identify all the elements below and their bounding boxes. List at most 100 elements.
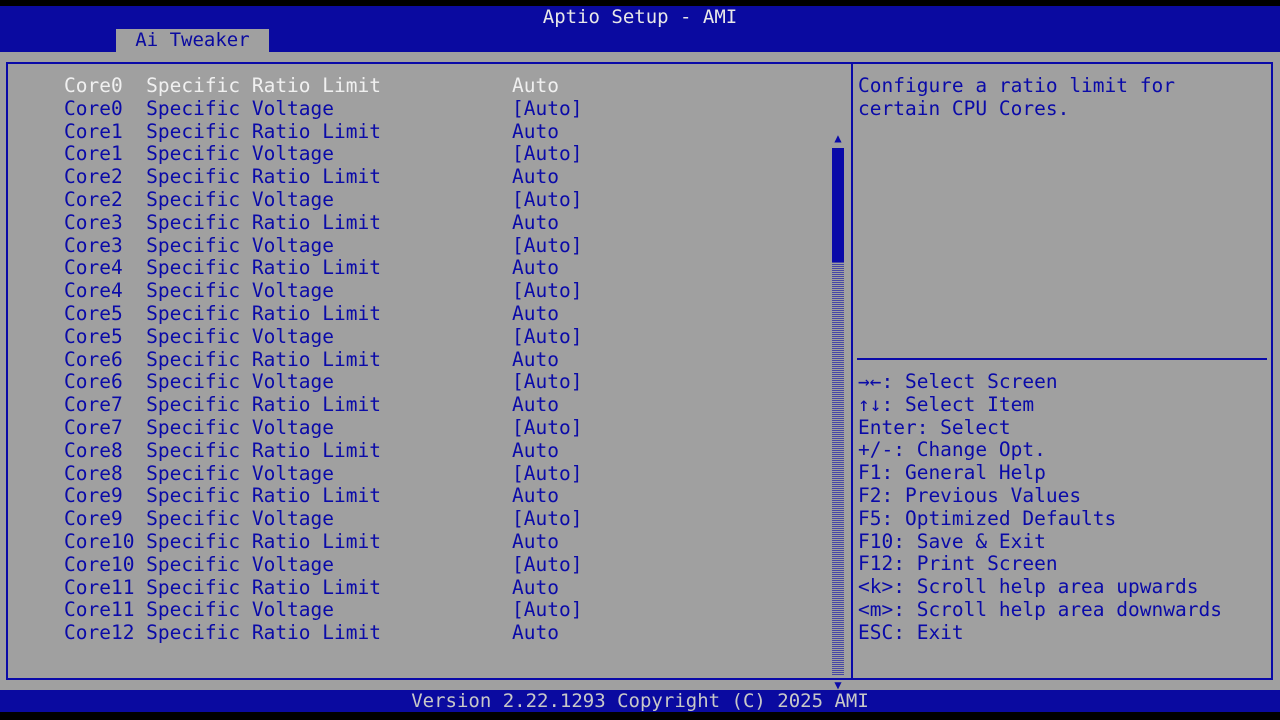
setting-value[interactable]: Auto (512, 211, 559, 235)
setting-label: Core7 Specific Ratio Limit (64, 393, 381, 417)
setting-value[interactable]: [Auto] (512, 279, 582, 303)
setting-value[interactable]: [Auto] (512, 416, 582, 440)
setting-label: Core5 Specific Ratio Limit (64, 301, 381, 325)
setting-label: Core4 Specific Voltage (64, 279, 335, 303)
help-line: Configure a ratio limit for (858, 74, 1175, 97)
setting-value[interactable]: [Auto] (512, 97, 582, 121)
setting-row[interactable]: Core2 Specific Ratio Limit Auto (64, 165, 764, 189)
setting-value[interactable]: Auto (512, 348, 559, 372)
setting-value[interactable]: [Auto] (512, 553, 582, 577)
setting-row[interactable]: Core12 Specific Ratio Limit Auto (64, 621, 764, 645)
setting-label: Core1 Specific Voltage (64, 142, 335, 166)
key-hint: F2: Previous Values (858, 483, 1082, 507)
help-divider (857, 358, 1267, 360)
setting-row[interactable]: Core11 Specific Ratio Limit Auto (64, 575, 764, 600)
setting-value[interactable]: [Auto] (512, 188, 582, 212)
setting-row[interactable]: Core2 Specific Voltage [Auto] (64, 187, 764, 212)
setting-label: Core2 Specific Voltage (64, 187, 335, 211)
scrollbar-thumb[interactable] (832, 148, 844, 262)
key-hint: F12: Print Screen (858, 552, 1058, 576)
setting-row[interactable]: Core3 Specific Ratio Limit Auto (64, 210, 764, 235)
setting-value[interactable]: Auto (512, 120, 559, 144)
setting-label: Core10 Specific Ratio Limit (64, 529, 381, 553)
help-text: Configure a ratio limit for certain CPU … (858, 74, 1175, 121)
main-panel: Core0 Specific Ratio Limit Auto Core0 Spec… (0, 52, 1280, 691)
tab-ai-tweaker[interactable]: Ai Tweaker (116, 29, 269, 52)
setting-label: Core0 Specific Voltage (64, 96, 335, 120)
scroll-up-icon[interactable]: ▲ (832, 132, 844, 144)
setting-label: Core6 Specific Ratio Limit (64, 347, 381, 371)
key-hint: <k>: Scroll help area upwards (858, 575, 1199, 599)
setting-row[interactable]: Core9 Specific Voltage [Auto] (64, 507, 764, 531)
setting-value[interactable]: [Auto] (512, 462, 582, 486)
setting-row[interactable]: Core5 Specific Voltage [Auto] (64, 324, 764, 349)
setting-row[interactable]: Core5 Specific Ratio Limit Auto (64, 301, 764, 326)
setting-row[interactable]: Core8 Specific Ratio Limit Auto (64, 438, 764, 463)
panel-divider (851, 64, 853, 678)
key-hint: ESC: Exit (858, 620, 964, 644)
setting-value[interactable]: Auto (512, 485, 559, 508)
setting-value[interactable]: [Auto] (512, 234, 582, 258)
app-title: Aptio Setup - AMI (542, 6, 738, 28)
key-hint: Enter: Select (858, 415, 1011, 439)
setting-value[interactable]: Auto (512, 439, 559, 463)
setting-value[interactable]: [Auto] (512, 371, 582, 394)
setting-row[interactable]: Core9 Specific Ratio Limit Auto (64, 485, 764, 508)
setting-label: Core9 Specific Ratio Limit (64, 484, 381, 508)
setting-label: Core3 Specific Ratio Limit (64, 210, 381, 234)
setting-value[interactable]: [Auto] (512, 325, 582, 349)
key-hint: +/-: Change Opt. (858, 438, 1046, 462)
footer-version: Version 2.22.1293 Copyright (C) 2025 AMI (0, 690, 1280, 712)
settings-list: Core0 Specific Ratio Limit Auto Core0 Spec… (64, 74, 764, 645)
setting-row[interactable]: Core0 Specific Voltage [Auto] (64, 96, 764, 121)
setting-value[interactable]: Auto (512, 576, 559, 600)
setting-value[interactable]: Auto (512, 621, 559, 645)
setting-row[interactable]: Core10 Specific Voltage [Auto] (64, 552, 764, 577)
key-hint: →←: Select Screen (858, 370, 1058, 393)
setting-value[interactable]: [Auto] (512, 599, 582, 622)
help-line: certain CPU Cores. (858, 96, 1070, 120)
setting-value[interactable]: [Auto] (512, 143, 582, 166)
setting-label: Core5 Specific Voltage (64, 324, 335, 348)
setting-row[interactable]: Core1 Specific Ratio Limit Auto (64, 119, 764, 144)
setting-label: Core10 Specific Voltage (64, 552, 335, 576)
setting-label: Core6 Specific Voltage (64, 370, 335, 394)
setting-label: Core8 Specific Voltage (64, 461, 335, 485)
setting-row[interactable]: Core10 Specific Ratio Limit Auto (64, 529, 764, 554)
setting-label: Core8 Specific Ratio Limit (64, 438, 381, 462)
key-hint: <m>: Scroll help area downwards (858, 597, 1222, 621)
setting-value[interactable]: Auto (512, 530, 559, 554)
setting-row[interactable]: Core1 Specific Voltage [Auto] (64, 143, 764, 166)
setting-label: Core4 Specific Ratio Limit (64, 256, 381, 280)
key-hint: ↑↓: Select Item (858, 392, 1035, 416)
setting-label: Core12 Specific Ratio Limit (64, 621, 381, 645)
setting-row[interactable]: Core7 Specific Voltage [Auto] (64, 415, 764, 440)
setting-label: Core9 Specific Voltage (64, 507, 335, 531)
setting-label: Core1 Specific Ratio Limit (64, 119, 381, 143)
setting-row[interactable]: Core0 Specific Ratio Limit Auto (64, 74, 764, 98)
setting-row[interactable]: Core7 Specific Ratio Limit Auto (64, 393, 764, 417)
key-hint: F5: Optimized Defaults (858, 506, 1117, 530)
setting-label: Core11 Specific Voltage (64, 598, 335, 622)
setting-row[interactable]: Core4 Specific Voltage [Auto] (64, 279, 764, 303)
key-hint: F10: Save & Exit (858, 529, 1046, 553)
setting-label: Core7 Specific Voltage (64, 415, 335, 439)
key-hint: F1: General Help (858, 461, 1046, 485)
setting-value[interactable]: Auto (512, 302, 559, 326)
setting-value[interactable]: Auto (512, 393, 559, 417)
setting-label: Core11 Specific Ratio Limit (64, 575, 381, 599)
setting-value[interactable]: [Auto] (512, 507, 582, 531)
setting-label: Core2 Specific Ratio Limit (64, 165, 381, 189)
setting-label: Core3 Specific Voltage (64, 233, 335, 257)
setting-row[interactable]: Core11 Specific Voltage [Auto] (64, 599, 764, 622)
setting-row[interactable]: Core6 Specific Ratio Limit Auto (64, 347, 764, 372)
setting-value[interactable]: Auto (512, 74, 559, 98)
setting-row[interactable]: Core3 Specific Voltage [Auto] (64, 233, 764, 258)
setting-label: Core0 Specific Ratio Limit (64, 74, 381, 97)
setting-row[interactable]: Core4 Specific Ratio Limit Auto (64, 257, 764, 280)
key-legend: →←: Select Screen ↑↓: Select Item Enter: S… (858, 370, 1222, 645)
setting-row[interactable]: Core8 Specific Voltage [Auto] (64, 461, 764, 486)
setting-row[interactable]: Core6 Specific Voltage [Auto] (64, 371, 764, 394)
setting-value[interactable]: Auto (512, 165, 559, 189)
setting-value[interactable]: Auto (512, 257, 559, 280)
